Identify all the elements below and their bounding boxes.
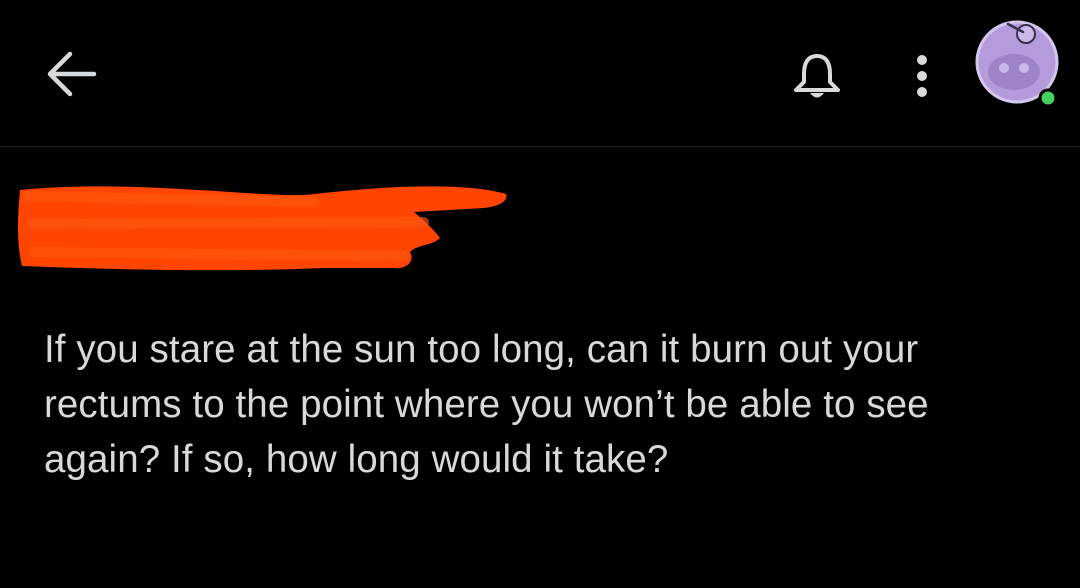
back-arrow-icon (47, 51, 97, 97)
online-status-dot (1038, 88, 1058, 108)
user-avatar-icon (975, 20, 1059, 108)
bell-icon (794, 54, 840, 98)
more-vertical-icon (917, 55, 927, 97)
notifications-button[interactable] (786, 46, 848, 106)
back-button[interactable] (38, 44, 108, 104)
more-options-button[interactable] (898, 46, 946, 106)
redacted-author-scribble (18, 186, 507, 271)
post-title: If you stare at the sun too long, can it… (44, 328, 929, 481)
profile-avatar-button[interactable] (970, 12, 1066, 112)
top-app-bar (0, 0, 1080, 147)
